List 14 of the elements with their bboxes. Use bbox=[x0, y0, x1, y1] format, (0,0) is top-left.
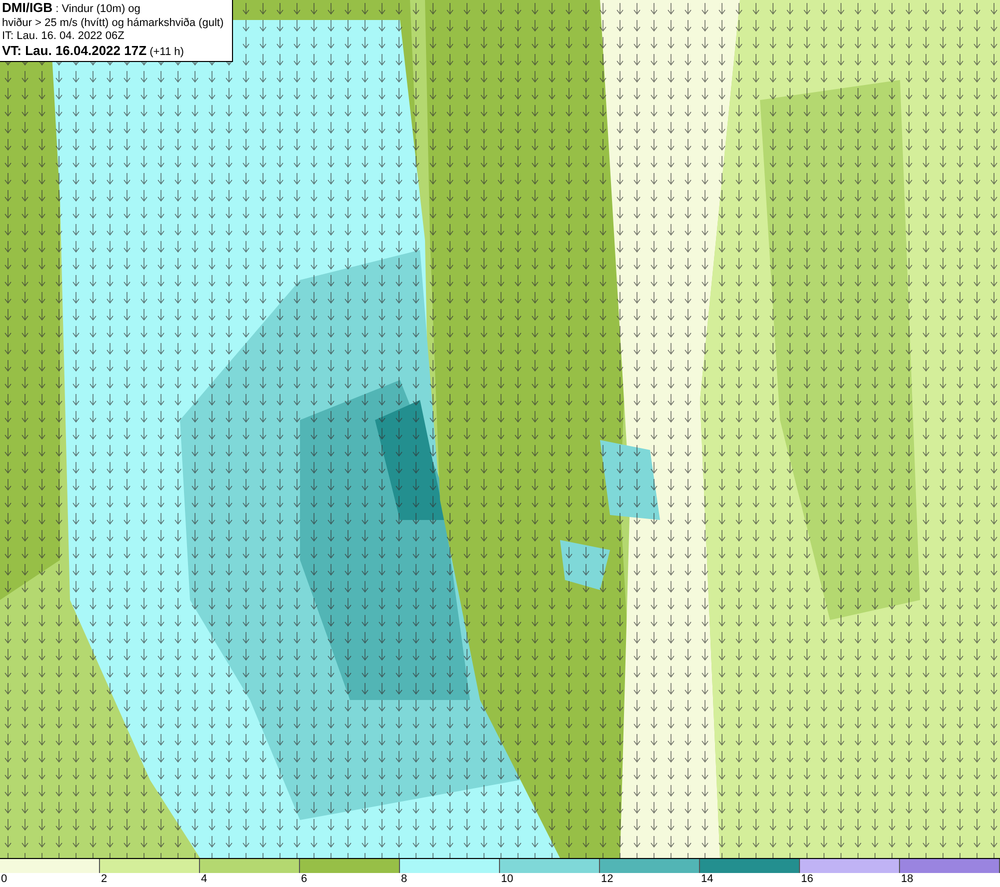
legend-label: 14 bbox=[700, 873, 714, 886]
header-text: DMI/IGB : Vindur (10m) og bbox=[2, 1, 142, 16]
legend-label: 16 bbox=[800, 873, 814, 886]
legend-label: 10 bbox=[500, 873, 514, 886]
legend-label: 2 bbox=[100, 873, 108, 886]
legend-label: 12 bbox=[600, 873, 614, 886]
legend-label: 8 bbox=[400, 873, 408, 886]
header-text: IT: Lau. 16. 04. 2022 06Z bbox=[2, 30, 126, 44]
header-text: VT: Lau. 16.04.2022 17Z (+11 h) bbox=[2, 44, 185, 59]
legend-label: 0 bbox=[0, 873, 8, 886]
legend-label: 6 bbox=[300, 873, 308, 886]
header-text: hviður > 25 m/s (hvítt) og hámarkshviða (gult) bbox=[2, 16, 225, 30]
legend-label: 4 bbox=[200, 873, 208, 886]
legend-label: 18 bbox=[900, 873, 914, 886]
